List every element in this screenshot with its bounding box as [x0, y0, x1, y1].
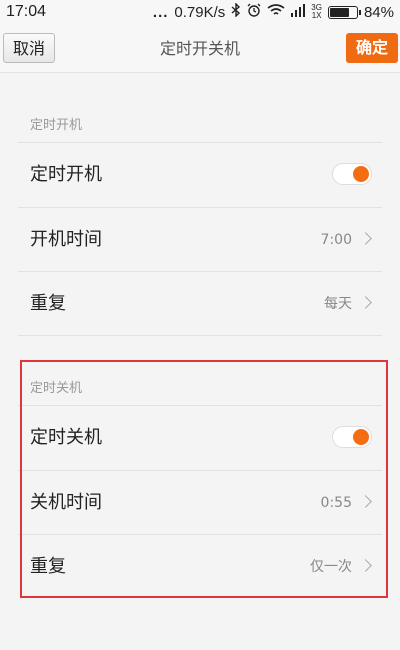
network-type: 3G 1X	[311, 4, 322, 20]
battery-icon	[327, 5, 361, 19]
title-bar: 定时开关机 取消 确定	[0, 26, 400, 73]
cancel-button[interactable]: 取消	[3, 33, 55, 63]
bluetooth-icon	[231, 2, 241, 21]
power-on-toggle-row[interactable]: 定时开机	[18, 143, 382, 207]
power-on-time-label: 开机时间	[30, 229, 102, 250]
battery-percent: 84%	[363, 3, 394, 21]
power-on-repeat-row[interactable]: 重复 每天	[18, 272, 382, 336]
status-dots: ...	[152, 3, 169, 21]
wifi-icon	[267, 3, 285, 21]
power-on-time-row[interactable]: 开机时间 7:00	[18, 208, 382, 272]
power-on-section-label: 定时开机	[30, 118, 83, 133]
power-on-time-value: 7:00	[320, 232, 352, 248]
alarm-icon	[247, 3, 261, 21]
status-bar: 17:04 ... 0.79K/s 3G 1X 84%	[0, 0, 400, 26]
status-indicators: ... 0.79K/s 3G 1X 84%	[152, 2, 394, 21]
power-on-toggle-label: 定时开机	[30, 164, 102, 185]
power-on-toggle[interactable]	[332, 163, 372, 185]
network-type-bottom: 1X	[311, 11, 322, 20]
chevron-right-icon	[359, 296, 372, 309]
highlight-annotation	[20, 360, 388, 598]
battery-fill	[329, 7, 350, 17]
page-title: 定时开关机	[159, 39, 240, 58]
chevron-right-icon	[359, 232, 372, 245]
confirm-button[interactable]: 确定	[346, 33, 398, 63]
power-on-repeat-value: 每天	[324, 296, 352, 312]
status-time: 17:04	[6, 3, 47, 20]
divider	[18, 335, 382, 336]
toggle-knob	[353, 166, 369, 182]
network-speed: 0.79K/s	[174, 3, 226, 21]
signal-icon	[291, 3, 306, 21]
power-on-repeat-label: 重复	[30, 293, 66, 314]
